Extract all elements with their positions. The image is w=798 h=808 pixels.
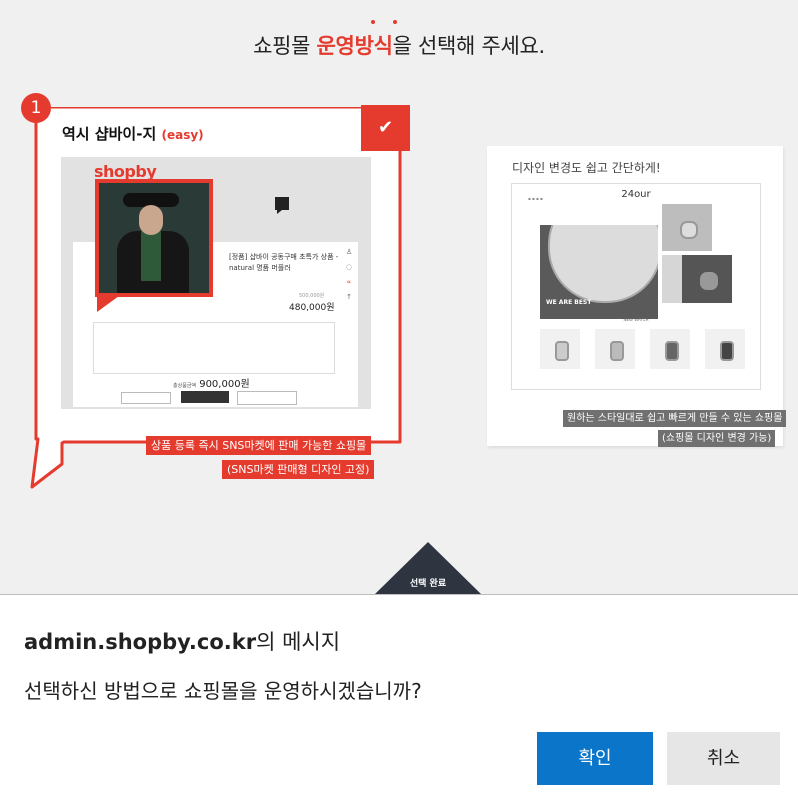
share-icons-column: ♙ ◌ ∝ ↑ [343, 246, 357, 306]
preview-product [705, 329, 745, 369]
mode-selection-panel: 쇼핑몰 운영방식을 선택해 주세요. 1 ✔ 역시 샵바이-지 (easy) s… [0, 0, 798, 595]
heading-highlight: 운영방식 [316, 34, 393, 58]
option-design-title[interactable]: 디자인 변경도 쉽고 간단하게! [512, 159, 661, 176]
emphasis-dots [363, 20, 413, 26]
dialog-message: 선택하신 방법으로 쇼핑몰을 운영하시겠습니까? [24, 679, 422, 703]
product-original-price: 500,000원 [299, 293, 325, 299]
cancel-button[interactable]: 취소 [667, 732, 780, 785]
page-heading: 쇼핑몰 운영방식을 선택해 주세요. [0, 30, 798, 60]
npay-button-mock [237, 391, 297, 405]
preview-hero-image: WE ARE BEST [540, 225, 658, 319]
product-name: [정품] 샵바이 공동구매 초특가 상품 - natural 명품 머플러 [229, 253, 339, 272]
24our-logo: 24our [621, 189, 651, 200]
product-photo [95, 179, 213, 297]
dialog-domain: admin.shopby.co.kr [24, 630, 257, 654]
select-complete-label[interactable]: 선택 완료 [375, 576, 481, 589]
comment-icon [275, 197, 289, 214]
buy-button-mock [181, 391, 229, 403]
product-price: 480,000원 [289, 303, 335, 313]
option-easy-title[interactable]: 역시 샵바이-지 (easy) [62, 123, 204, 144]
new-watch-label: NEW WATCH [623, 317, 649, 322]
photo-speech-tail [97, 296, 119, 312]
product-option-box [93, 322, 335, 374]
total-label: 총상품금액 [173, 383, 197, 389]
preview-watch-tile [662, 204, 712, 251]
option-design-preview: ▪ ▪ ▪ ▪ 24our WE ARE BEST NEW WATCH [511, 183, 761, 390]
checkmark-icon[interactable]: ✔ [361, 105, 410, 151]
dialog-title: admin.shopby.co.kr의 메시지 [24, 626, 340, 656]
preview-product [650, 329, 690, 369]
product-total: 총상품금액 900,000원 [173, 375, 250, 390]
hero-text: WE ARE BEST [546, 299, 592, 306]
wishlist-button-mock [121, 392, 171, 404]
option-number-badge: 1 [21, 93, 51, 123]
cart-icon: ◌ [345, 263, 353, 271]
option-easy-title-text: 역시 샵바이-지 [62, 125, 162, 143]
dialog-title-suffix: 의 메시지 [256, 630, 341, 654]
preview-product [540, 329, 580, 369]
option-easy-caption-2: (SNS마켓 판매형 디자인 고정) [222, 460, 375, 479]
heading-suffix: 을 선택해 주세요. [392, 34, 546, 58]
preview-watch-tile [682, 255, 732, 303]
ok-button[interactable]: 확인 [537, 732, 653, 785]
option-easy-caption-1: 상품 등록 즉시 SNS마켓에 판매 가능한 쇼핑몰 [146, 436, 372, 455]
option-design-caption-1: 원하는 스타일대로 쉽고 빠르게 만들 수 있는 쇼핑몰 [563, 410, 787, 427]
option-design-caption-2: (쇼핑몰 디자인 변경 가능) [658, 430, 776, 447]
heading-prefix: 쇼핑몰 [253, 34, 317, 58]
option-easy-title-sub: (easy) [161, 128, 204, 142]
share-icon: ∝ [346, 278, 352, 286]
preview-product [595, 329, 635, 369]
user-icon: ♙ [345, 248, 353, 256]
arrow-up-icon: ↑ [346, 293, 352, 301]
total-price: 900,000원 [199, 379, 250, 390]
option-easy-preview: shopby [정품] 샵바이 공동구매 초특가 상품 - natural 명품… [61, 157, 371, 409]
